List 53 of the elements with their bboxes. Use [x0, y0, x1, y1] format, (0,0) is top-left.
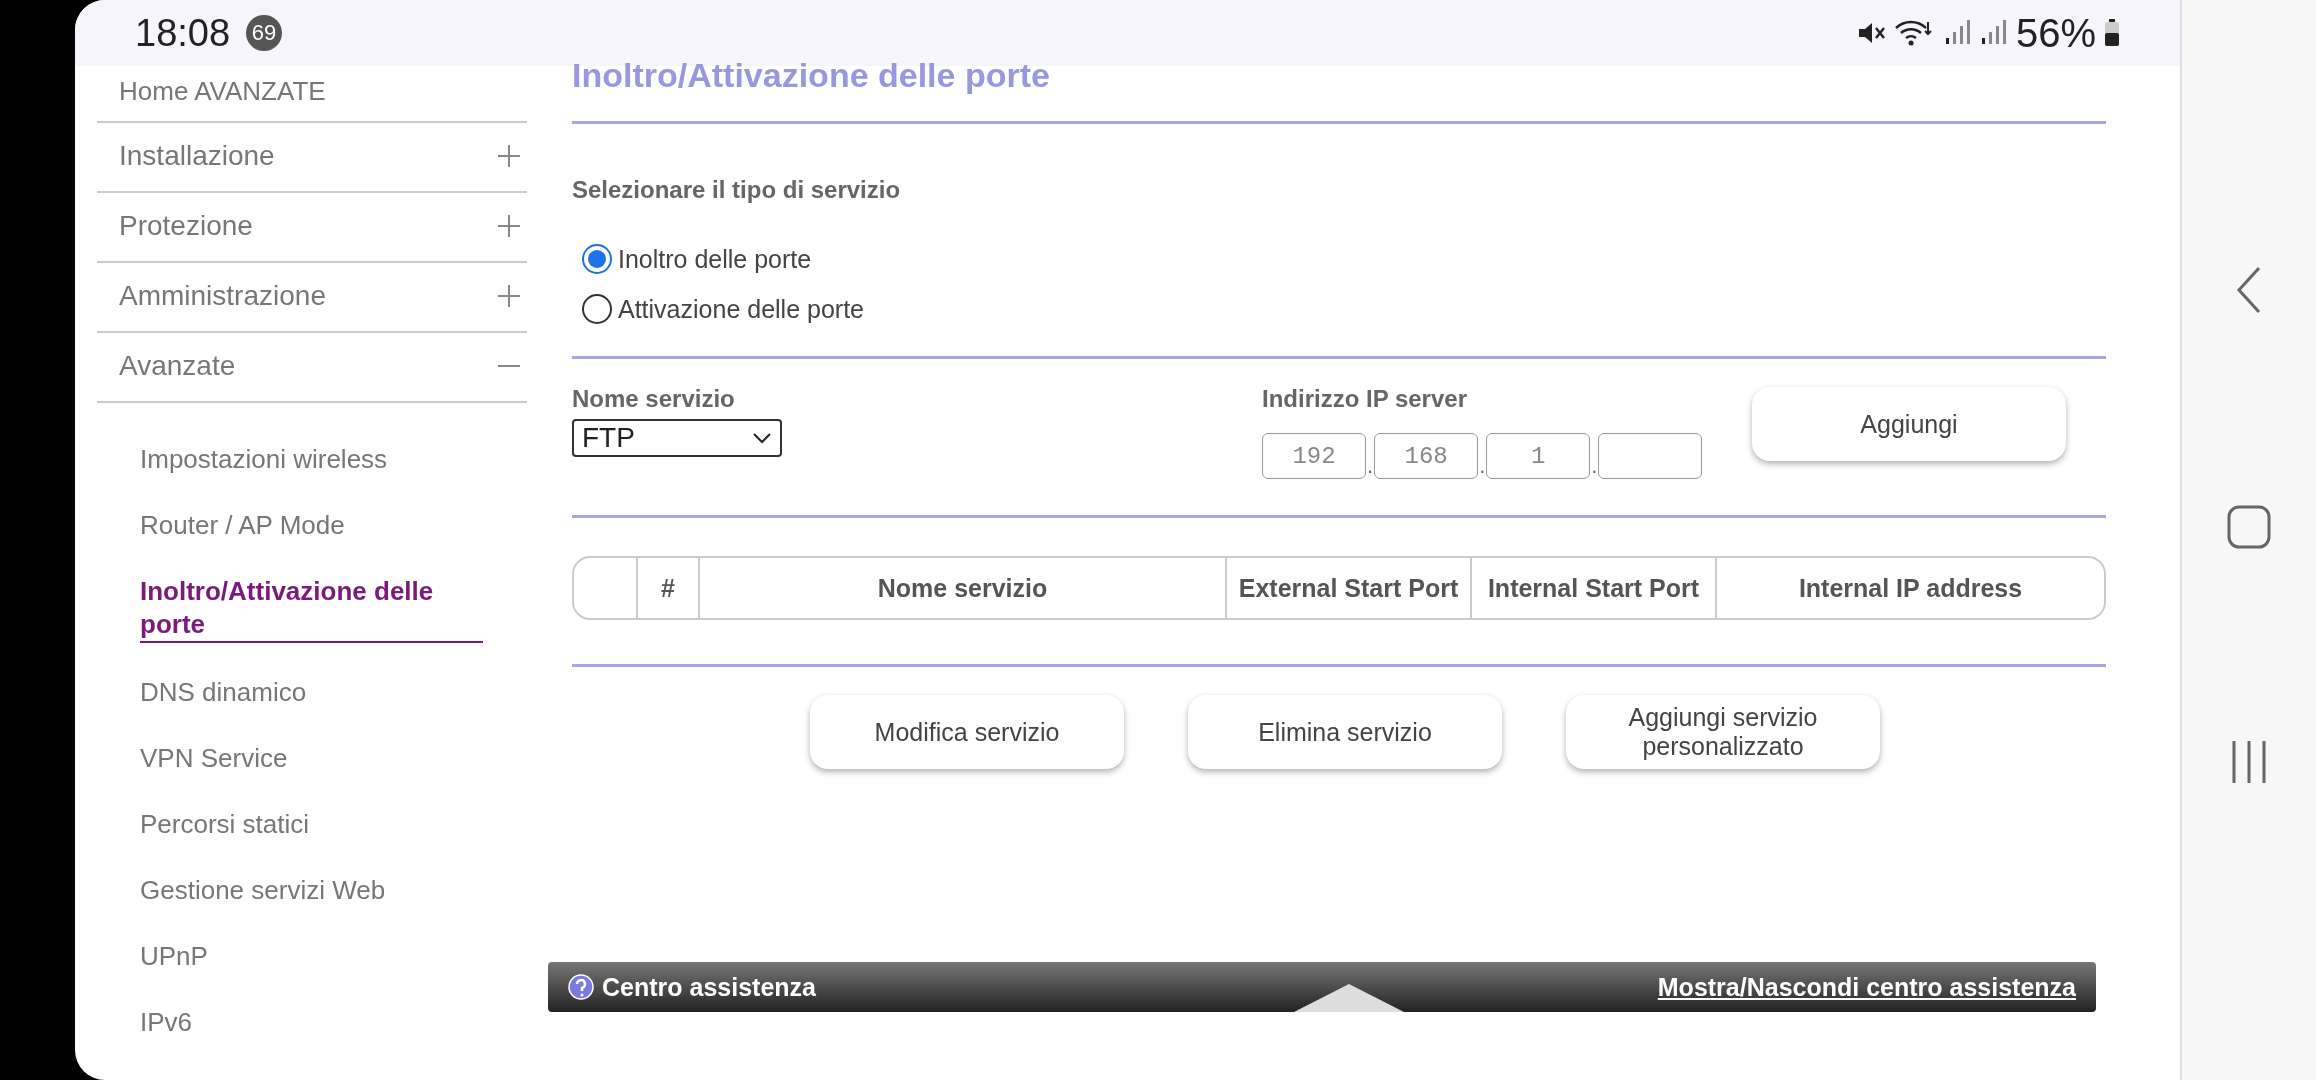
sidebar-item[interactable]: Percorsi statici: [97, 808, 527, 841]
sidebar-item[interactable]: VPN Service: [97, 742, 527, 775]
action-button[interactable]: Aggiungi servizio personalizzato: [1566, 695, 1880, 769]
sidebar-section[interactable]: Installazione: [97, 123, 527, 193]
ip-separator: .: [1478, 453, 1487, 479]
sidebar-item[interactable]: UPnP: [97, 940, 527, 973]
sidebar-item[interactable]: IPv6: [97, 1006, 527, 1039]
home-icon[interactable]: [2226, 504, 2272, 550]
sidebar-section[interactable]: Avanzate: [97, 333, 527, 403]
ip-separator: .: [1590, 453, 1599, 479]
sidebar-link[interactable]: Home AVANZATE: [97, 66, 527, 123]
column-header: Nome servizio: [698, 558, 1225, 618]
radio-option[interactable]: Attivazione delle porte: [582, 294, 2106, 324]
radio-option[interactable]: Inoltro delle porte: [582, 244, 2106, 274]
clock-time: 18:08: [135, 11, 231, 55]
notification-count: 69: [246, 15, 283, 51]
column-header: Internal IP address: [1715, 558, 2104, 618]
chevron-down-icon: [752, 432, 772, 444]
column-header: #: [636, 558, 698, 618]
sidebar-section[interactable]: Amministrazione: [97, 263, 527, 333]
battery-percent: 56%: [2015, 10, 2096, 56]
section-label: Amministrazione: [119, 280, 326, 312]
action-button[interactable]: Elimina servizio: [1188, 695, 1502, 769]
ip-octet-field[interactable]: [1598, 433, 1703, 479]
radio-button[interactable]: [582, 294, 612, 324]
toggle-help-link[interactable]: Mostra/Nascondi centro assistenza: [1657, 972, 2076, 1002]
help-title: Centro assistenza: [602, 972, 816, 1002]
ip-octet-field[interactable]: 168: [1374, 433, 1479, 479]
section-label: Avanzate: [119, 350, 236, 382]
add-button[interactable]: Aggiungi: [1752, 387, 2066, 461]
ip-separator: .: [1366, 453, 1375, 479]
sidebar-item[interactable]: DNS dinamico: [97, 676, 527, 709]
section-label: Selezionare il tipo di servizio: [572, 176, 902, 204]
ip-octet-field[interactable]: 1: [1486, 433, 1591, 479]
field-label: Nome servizio: [572, 385, 736, 413]
field-label: Indirizzo IP server: [1262, 385, 1468, 413]
sidebar-section[interactable]: Protezione: [97, 193, 527, 263]
column-header: Internal Start Port: [1470, 558, 1715, 618]
sidebar-item[interactable]: Inoltro/Attivazione delle porte: [140, 575, 483, 643]
section-label: Installazione: [119, 140, 275, 172]
expand-arrow-icon[interactable]: [1293, 982, 1404, 1012]
ip-octet-field[interactable]: 192: [1262, 433, 1366, 479]
sidebar-item[interactable]: Impostazioni wireless: [97, 443, 527, 476]
section-label: Protezione: [119, 210, 253, 242]
column-header: External Start Port: [1225, 558, 1470, 618]
page-title: Inoltro/Attivazione delle porte: [572, 56, 1051, 96]
help-icon: [568, 974, 594, 1000]
service-dropdown[interactable]: FTP: [572, 419, 782, 457]
action-button[interactable]: Modifica servizio: [810, 695, 1124, 769]
sidebar-item[interactable]: Gestione servizi Web: [97, 874, 527, 907]
radio-button[interactable]: [582, 244, 612, 274]
sidebar-item[interactable]: Router / AP Mode: [97, 509, 527, 542]
battery-icon: [2104, 18, 2120, 48]
